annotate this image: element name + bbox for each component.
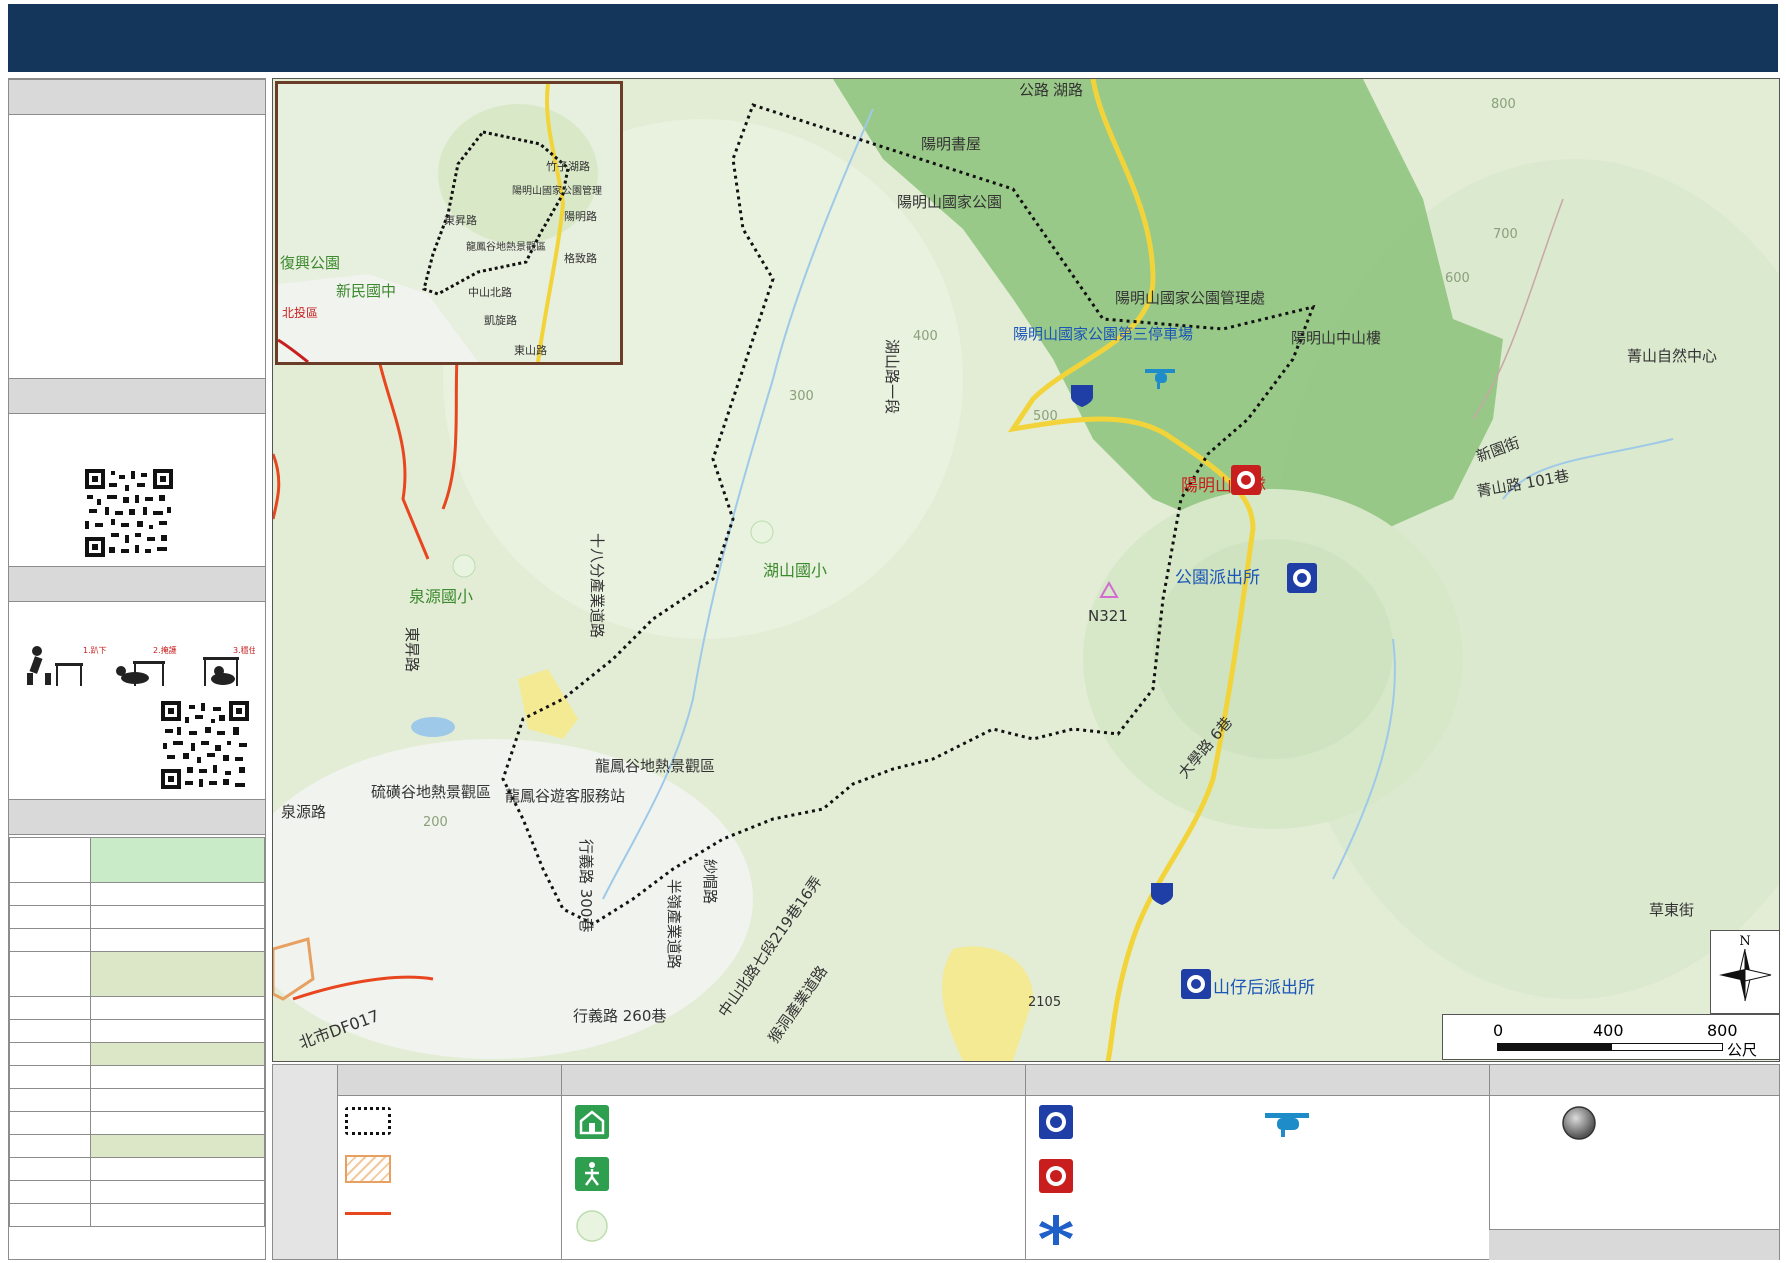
- inset-label: 龍鳳谷地熱景觀區: [466, 242, 546, 253]
- contour-label: 300: [789, 389, 814, 404]
- north-arrow: N: [1710, 930, 1780, 1014]
- place-label: 龍鳳谷地熱景觀區: [595, 757, 716, 775]
- contour-label: 200: [423, 815, 448, 830]
- contour-label: 400: [913, 329, 938, 344]
- inset-label: 格致路: [564, 252, 597, 265]
- triangulation-point-icon: [1099, 581, 1119, 598]
- inset-label: 中山北路: [468, 286, 512, 299]
- inset-label: 陽明山國家公園管理: [512, 186, 602, 197]
- header-bar: [8, 4, 1778, 72]
- place-label: 陽明書屋: [921, 135, 982, 153]
- helipad-icon: [1265, 1113, 1309, 1137]
- police-station-icon[interactable]: [1287, 563, 1317, 593]
- contour-label: 700: [1493, 227, 1518, 242]
- fault-line-symbol: [345, 1212, 391, 1215]
- place-label: N321: [1088, 607, 1128, 625]
- medical-icon: [1039, 1215, 1073, 1245]
- place-label: 泉源國小: [409, 587, 474, 606]
- road-label: 東昇路: [403, 627, 421, 673]
- place-label: 陽明山國家公園管理處: [1115, 289, 1266, 307]
- road-label: 2105: [1028, 995, 1062, 1010]
- inset-label: 復興公園: [280, 254, 341, 272]
- drill-step-3: 3.穩住: [233, 645, 255, 655]
- place-label: 湖山國小: [763, 561, 828, 580]
- scale-bar: 0 400 800 公尺: [1442, 1014, 1780, 1060]
- helipad-icon[interactable]: [1143, 365, 1177, 389]
- scale-unit: 公尺: [1727, 1041, 1758, 1059]
- contour-label: 500: [1033, 409, 1058, 424]
- point-symbol-icon: [1562, 1106, 1596, 1140]
- drill-step-1: 1.趴下: [83, 646, 107, 655]
- sidebar-section-head-3: [9, 566, 265, 602]
- drop-cover-hold-illustration: 1.趴下 2.掩護 3.穩住: [27, 645, 255, 686]
- main-map[interactable]: 陽明書屋 陽明山國家公園 陽明山國家公園管理處 陽明山國家公園第三停車場 陽明山…: [272, 78, 1780, 1062]
- inset-label: 北投區: [282, 306, 319, 320]
- scale-tick: 0: [1493, 1021, 1504, 1040]
- fire-station-icon[interactable]: [1231, 465, 1261, 495]
- road-label: 湖山路一段: [883, 339, 901, 415]
- boundary-symbol: [345, 1107, 391, 1135]
- sidebar-section-head-4: [9, 799, 265, 835]
- road-label: 泉源路: [281, 803, 327, 821]
- place-label: 公園派出所: [1175, 568, 1260, 588]
- inset-label: 新民國中: [336, 282, 397, 300]
- place-label: 陽明山國家公園: [897, 193, 1003, 211]
- inset-label: 竹子湖路: [546, 160, 590, 173]
- standby-shelter-icon: [576, 1210, 608, 1242]
- highway-shield-icon: [1071, 385, 1093, 407]
- place-label: 山仔后派出所: [1213, 978, 1315, 998]
- legend-panel: [272, 1064, 1780, 1260]
- place-label: 龍鳳谷遊客服務站: [505, 787, 626, 805]
- inset-map[interactable]: 復興公園 新民國中 北投區 竹子湖路 陽明山國家公園管理 陽明路 東昇路 龍鳳谷…: [275, 81, 623, 365]
- info-sidebar: 1.趴下 2.掩護 3.穩住: [8, 78, 266, 1260]
- scale-tick: 800: [1707, 1021, 1738, 1040]
- info-table: [9, 837, 265, 1227]
- place-label: 陽明山國家公園第三停車場: [1013, 325, 1194, 343]
- road-label: 行義路 260巷: [573, 1007, 667, 1025]
- north-label: N: [1739, 934, 1750, 949]
- contour-label: 600: [1445, 271, 1470, 286]
- contour-label: 800: [1491, 97, 1516, 112]
- fire-station-icon: [1039, 1159, 1073, 1193]
- highway-shield-icon: [1151, 883, 1173, 905]
- road-label: 草東街: [1649, 901, 1695, 919]
- sidebar-section-head-2: [9, 378, 265, 414]
- road-label: 湖路: [1053, 81, 1084, 99]
- road-label: 紗帽路: [701, 859, 719, 905]
- standby-shelter-icon: [452, 554, 476, 578]
- qr-code-icon[interactable]: [85, 469, 173, 557]
- standby-shelter-icon: [750, 520, 774, 544]
- place-label: 菁山自然中心: [1627, 347, 1718, 365]
- road-label: 公路: [1019, 81, 1050, 99]
- place-label: 硫磺谷地熱景觀區: [371, 783, 492, 801]
- inset-label: 東山路: [514, 344, 547, 357]
- shelter-icon: [575, 1105, 609, 1139]
- place-label: 陽明山中山樓: [1291, 329, 1382, 347]
- inset-label: 陽明路: [564, 210, 597, 223]
- sidebar-section-head-1: [9, 79, 265, 115]
- road-label: 行義路 300巷: [577, 839, 595, 933]
- evacuation-site-icon: [575, 1157, 609, 1191]
- road-label: 半嶺產業道路: [665, 879, 683, 970]
- drill-step-2: 2.掩護: [153, 645, 177, 655]
- legend-header-row: [337, 1065, 1779, 1096]
- hazard-zone-symbol: [345, 1155, 391, 1183]
- qr-code-icon-2[interactable]: [161, 701, 249, 789]
- police-station-icon: [1039, 1105, 1073, 1139]
- scale-tick: 400: [1593, 1021, 1624, 1040]
- legend-title-cell: [273, 1065, 337, 1259]
- inset-label: 東昇路: [444, 214, 477, 227]
- inset-label: 凱旋路: [484, 314, 517, 327]
- road-label: 十八分產業道路: [588, 533, 606, 639]
- police-station-icon[interactable]: [1181, 969, 1211, 999]
